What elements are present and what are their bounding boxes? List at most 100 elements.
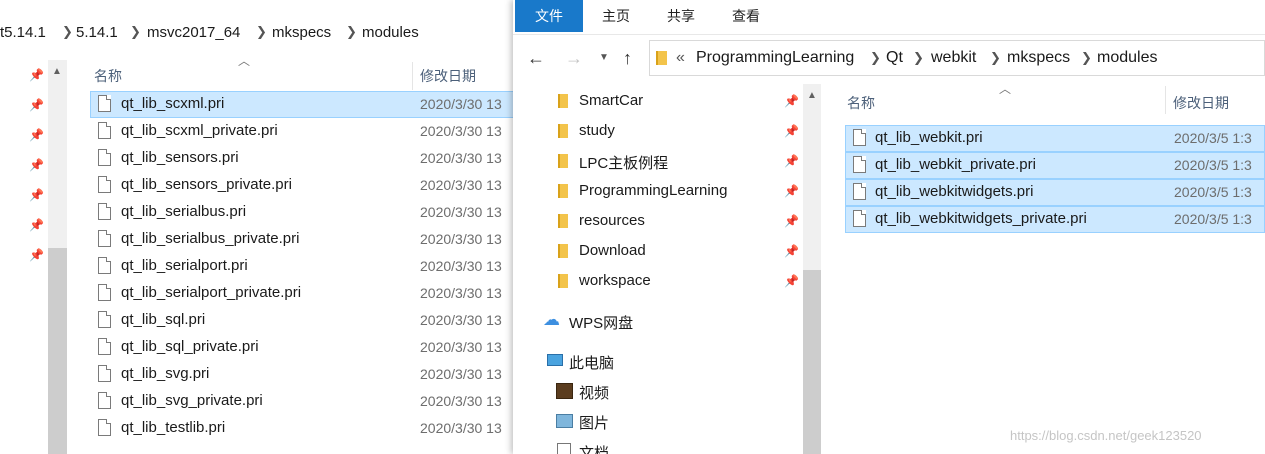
file-name: qt_lib_scxml_private.pri	[121, 122, 278, 139]
file-row[interactable]: qt_lib_svg.pri 2020/3/30 13	[90, 361, 515, 388]
up-arrow-icon[interactable]: ↑	[623, 48, 632, 69]
breadcrumb-item[interactable]: mkspecs	[1007, 49, 1070, 67]
recent-locations-icon[interactable]: ▼	[599, 52, 609, 63]
breadcrumb-item[interactable]: Qt	[886, 49, 903, 67]
nav-item-label: 文档	[579, 445, 610, 454]
pin-icon[interactable]: 📌	[784, 124, 799, 138]
column-divider[interactable]	[1165, 86, 1166, 114]
overflow-chevron[interactable]: «	[676, 49, 685, 67]
pin-icon[interactable]: 📌	[784, 94, 799, 108]
column-date-modified[interactable]: 修改日期	[420, 66, 476, 86]
file-date: 2020/3/30 13	[420, 366, 502, 382]
pin-icon[interactable]: 📌	[29, 218, 44, 232]
file-icon	[98, 257, 111, 274]
quick-access-item[interactable]: ProgrammingLearning 📌	[513, 176, 803, 206]
file-date: 2020/3/30 13	[420, 123, 502, 139]
file-row[interactable]: qt_lib_serialport.pri 2020/3/30 13	[90, 253, 515, 280]
scroll-up-icon[interactable]: ▲	[52, 66, 62, 77]
nav-item-documents[interactable]: 文档	[513, 436, 803, 454]
nav-item-label: WPS网盘	[569, 315, 634, 332]
pin-icon[interactable]: 📌	[784, 154, 799, 168]
quick-access-item[interactable]: Download 📌	[513, 236, 803, 266]
file-row[interactable]: qt_lib_webkit.pri 2020/3/5 1:3	[845, 125, 1265, 152]
column-date-modified[interactable]: 修改日期	[1173, 93, 1229, 113]
file-name: qt_lib_sql_private.pri	[121, 338, 259, 355]
column-name[interactable]: 名称	[94, 66, 122, 86]
pin-icon[interactable]: 📌	[29, 68, 44, 82]
file-row[interactable]: qt_lib_webkit_private.pri 2020/3/5 1:3	[845, 152, 1265, 179]
quick-access-item[interactable]: workspace 📌	[513, 266, 803, 296]
pin-icon[interactable]: 📌	[784, 214, 799, 228]
breadcrumb-item[interactable]: modules	[362, 24, 419, 41]
breadcrumb-item[interactable]: 5.14.1	[76, 24, 118, 41]
pin-icon[interactable]: 📌	[29, 158, 44, 172]
chevron-right-icon[interactable]: ❯	[130, 24, 141, 40]
file-date: 2020/3/30 13	[420, 258, 502, 274]
left-nav-scroll-thumb[interactable]	[48, 248, 67, 454]
file-row[interactable]: qt_lib_sensors_private.pri 2020/3/30 13	[90, 172, 515, 199]
nav-item-wps-cloud[interactable]: ☁ WPS网盘	[513, 306, 803, 336]
column-divider[interactable]	[412, 62, 413, 90]
back-arrow-icon[interactable]: ←	[527, 48, 545, 69]
pin-icon[interactable]: 📌	[784, 184, 799, 198]
watermark: https://blog.csdn.net/geek123520	[1010, 428, 1202, 443]
tab-share[interactable]: 共享	[654, 0, 708, 32]
file-row[interactable]: qt_lib_scxml_private.pri 2020/3/30 13	[90, 118, 515, 145]
address-bar[interactable]: « ProgrammingLearning ❯ Qt ❯ webkit ❯ mk…	[649, 40, 1265, 76]
chevron-right-icon[interactable]: ❯	[990, 50, 1001, 66]
breadcrumb-item[interactable]: modules	[1097, 49, 1157, 67]
breadcrumb-item[interactable]: ProgrammingLearning	[696, 49, 854, 67]
tab-file[interactable]: 文件	[515, 0, 583, 32]
nav-item-label: 图片	[579, 415, 610, 432]
pin-icon[interactable]: 📌	[784, 244, 799, 258]
chevron-right-icon[interactable]: ❯	[346, 24, 357, 40]
pin-icon[interactable]: 📌	[29, 128, 44, 142]
file-row[interactable]: qt_lib_svg_private.pri 2020/3/30 13	[90, 388, 515, 415]
file-name: qt_lib_svg_private.pri	[121, 392, 263, 409]
chevron-right-icon[interactable]: ❯	[62, 24, 73, 40]
chevron-right-icon[interactable]: ❯	[913, 50, 924, 66]
file-row[interactable]: qt_lib_testlib.pri 2020/3/30 13	[90, 415, 515, 442]
quick-access-item[interactable]: LPC主板例程 📌	[513, 146, 803, 176]
chevron-right-icon[interactable]: ❯	[1081, 50, 1092, 66]
forward-arrow-icon[interactable]: →	[565, 48, 583, 69]
quick-access-item[interactable]: SmartCar 📌	[513, 86, 803, 116]
left-breadcrumb: t5.14.1 ❯ 5.14.1 ❯ msvc2017_64 ❯ mkspecs…	[0, 18, 515, 48]
pin-icon[interactable]: 📌	[29, 188, 44, 202]
folder-icon	[558, 244, 568, 258]
breadcrumb-item[interactable]: t5.14.1	[0, 24, 46, 41]
folder-icon	[558, 274, 568, 288]
file-row[interactable]: qt_lib_sql.pri 2020/3/30 13	[90, 307, 515, 334]
quick-access-item[interactable]: study 📌	[513, 116, 803, 146]
file-row[interactable]: qt_lib_serialport_private.pri 2020/3/30 1…	[90, 280, 515, 307]
file-row[interactable]: qt_lib_serialbus_private.pri 2020/3/30 13	[90, 226, 515, 253]
file-row[interactable]: qt_lib_serialbus.pri 2020/3/30 13	[90, 199, 515, 226]
pin-icon[interactable]: 📌	[29, 248, 44, 262]
file-date: 2020/3/30 13	[420, 285, 502, 301]
breadcrumb-item[interactable]: mkspecs	[272, 24, 331, 41]
column-name[interactable]: 名称	[847, 93, 875, 113]
pin-icon[interactable]: 📌	[29, 98, 44, 112]
file-row[interactable]: qt_lib_webkitwidgets_private.pri 2020/3/5…	[845, 206, 1265, 233]
nav-item-pictures[interactable]: 图片	[513, 406, 803, 436]
tab-view[interactable]: 查看	[719, 0, 773, 32]
folder-icon	[558, 154, 568, 168]
file-row[interactable]: qt_lib_sensors.pri 2020/3/30 13	[90, 145, 515, 172]
file-date: 2020/3/30 13	[420, 150, 502, 166]
file-name: qt_lib_webkit_private.pri	[875, 156, 1036, 173]
quick-access-item[interactable]: resources 📌	[513, 206, 803, 236]
pin-icon[interactable]: 📌	[784, 274, 799, 288]
nav-pane-scroll-thumb[interactable]	[803, 270, 821, 454]
tab-home[interactable]: 主页	[589, 0, 643, 32]
breadcrumb-item[interactable]: webkit	[931, 49, 976, 67]
scroll-up-icon[interactable]: ▲	[807, 90, 817, 101]
chevron-right-icon[interactable]: ❯	[256, 24, 267, 40]
file-row[interactable]: qt_lib_webkitwidgets.pri 2020/3/5 1:3	[845, 179, 1265, 206]
nav-item-videos[interactable]: 视频	[513, 376, 803, 406]
nav-item-this-pc[interactable]: 此电脑	[513, 346, 803, 376]
chevron-right-icon[interactable]: ❯	[870, 50, 881, 66]
folder-icon	[558, 214, 568, 228]
breadcrumb-item[interactable]: msvc2017_64	[147, 24, 240, 41]
file-row[interactable]: qt_lib_scxml.pri 2020/3/30 13	[90, 91, 515, 118]
file-row[interactable]: qt_lib_sql_private.pri 2020/3/30 13	[90, 334, 515, 361]
